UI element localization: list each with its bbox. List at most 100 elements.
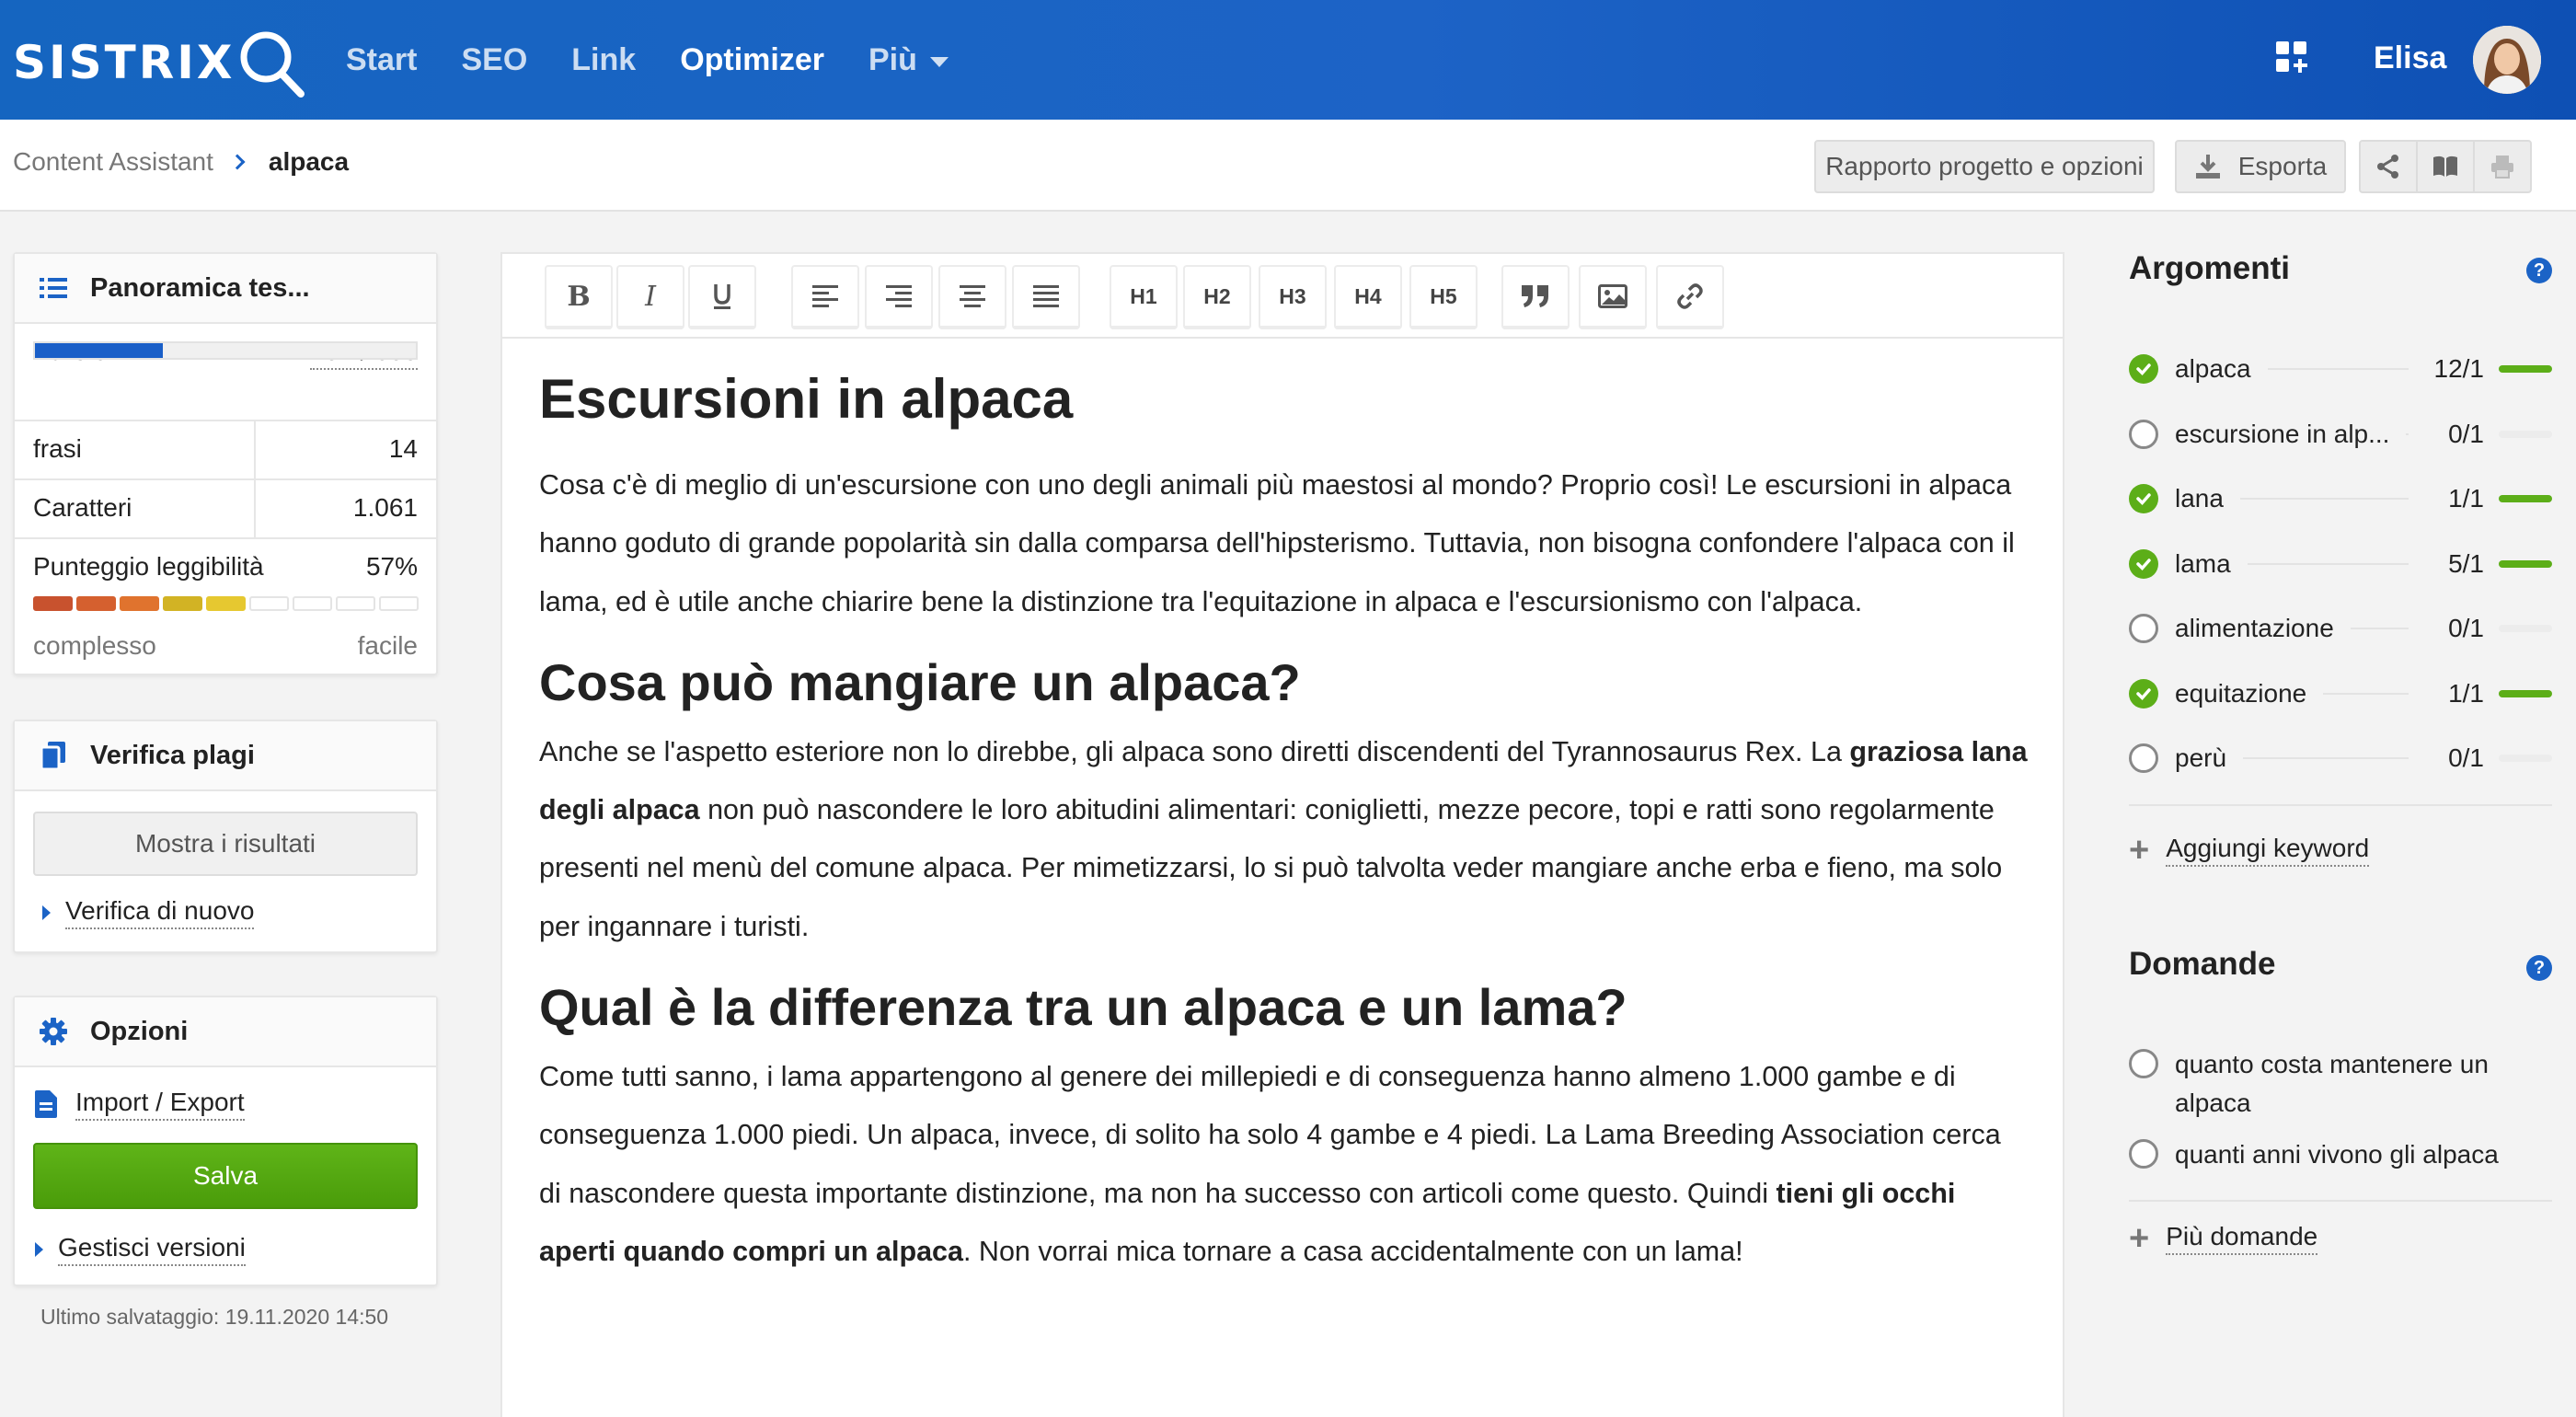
divider [15, 420, 436, 421]
export-button[interactable]: Esporta [2175, 140, 2346, 193]
plus-icon: + [2129, 831, 2150, 870]
align-center-button[interactable] [938, 265, 1006, 329]
word-count-progress [33, 341, 418, 360]
dotted-leader [2239, 498, 2409, 500]
main-nav: Start SEO Link Optimizer Più [346, 37, 993, 83]
nav-optimizer[interactable]: Optimizer [680, 37, 824, 83]
topic-label: equitazione [2175, 678, 2307, 708]
bold-button[interactable]: B [545, 265, 613, 329]
project-report-button[interactable]: Rapporto progetto e opzioni [1814, 140, 2155, 193]
dotted-leader [2243, 757, 2409, 759]
topic-item[interactable]: lana 1/1 [2129, 476, 2552, 522]
dotted-leader [2247, 562, 2409, 565]
gear-icon [37, 1018, 70, 1045]
align-justify-button[interactable] [1012, 265, 1080, 329]
document-title: Escursioni in alpaca [539, 368, 1074, 430]
sistrix-logo[interactable]: SISTRIX [13, 26, 308, 99]
insert-image-button[interactable] [1579, 265, 1647, 329]
align-right-icon [886, 285, 912, 307]
align-center-icon [960, 285, 985, 307]
nav-link[interactable]: Link [571, 37, 636, 83]
add-keyword-button[interactable]: + Aggiungi keyword [2129, 831, 2370, 870]
magnifier-logo-icon [240, 31, 305, 98]
heading-5-button[interactable]: H5 [1409, 265, 1478, 329]
word-count-progress-fill [35, 343, 163, 358]
copy-document-icon [37, 742, 70, 769]
document-body[interactable]: Escursioni in alpaca Cosa c'è di meglio … [539, 363, 2030, 1281]
plagiarism-header[interactable]: Verifica plagi [15, 721, 436, 791]
quote-icon [1522, 285, 1548, 307]
question-item[interactable]: quanti anni vivono gli alpaca [2129, 1135, 2552, 1174]
user-avatar[interactable] [2473, 26, 2541, 94]
svg-text:I: I [644, 283, 657, 309]
dotted-leader [2350, 628, 2409, 629]
paragraph: Cosa c'è di meglio di un'escursione con … [539, 469, 2015, 617]
plus-icon: + [2129, 1219, 2150, 1258]
options-header[interactable]: Opzioni [15, 997, 436, 1067]
topic-item[interactable]: lama 5/1 [2129, 541, 2552, 587]
project-report-label: Rapporto progetto e opzioni [1825, 152, 2144, 180]
question-text: quanto costa mantenere un alpaca [2175, 1050, 2489, 1117]
more-questions-button[interactable]: + Più domande [2129, 1219, 2318, 1258]
question-item[interactable]: quanto costa mantenere un alpaca [2129, 1045, 2552, 1123]
import-export-link[interactable]: Import / Export [35, 1088, 245, 1121]
topic-progress-bar [2499, 365, 2552, 373]
underline-button[interactable] [688, 265, 756, 329]
editor-toolbar: B I H1 H2 H3 H4 H5 [502, 254, 2063, 339]
text-overview-header[interactable]: Panoramica tes... [15, 254, 436, 324]
chevron-right-icon [229, 154, 246, 170]
list-icon [37, 276, 70, 300]
save-button[interactable]: Salva [33, 1143, 418, 1209]
topic-item[interactable]: alimentazione 0/1 [2129, 605, 2552, 651]
topic-progress-bar [2499, 755, 2552, 762]
topic-item[interactable]: equitazione 1/1 [2129, 671, 2552, 717]
show-results-label: Mostra i risultati [134, 829, 316, 858]
apps-grid-icon[interactable] [2276, 41, 2307, 73]
topic-count: 5/1 [2448, 548, 2484, 578]
italic-icon: I [644, 283, 657, 309]
topics-help-icon[interactable]: ? [2526, 258, 2552, 283]
align-left-button[interactable] [791, 265, 859, 329]
manage-versions-link[interactable]: Gestisci versioni [35, 1233, 246, 1266]
user-name[interactable]: Elisa [2374, 35, 2446, 81]
topic-count: 0/1 [2448, 419, 2484, 448]
manual-button[interactable] [2416, 140, 2475, 193]
readability-segment [163, 596, 202, 611]
readability-segment [206, 596, 246, 611]
align-right-button[interactable] [865, 265, 933, 329]
topic-item[interactable]: alpaca 12/1 [2129, 346, 2552, 392]
options-panel: Opzioni Import / Export Salva Gestisci v… [13, 996, 438, 1286]
unchecked-circle-icon [2129, 743, 2158, 773]
questions-help-icon[interactable]: ? [2526, 955, 2552, 981]
dotted-leader [2267, 368, 2409, 370]
check-again-label: Verifica di nuovo [65, 896, 255, 929]
nav-seo[interactable]: SEO [461, 37, 527, 83]
heading-1-button[interactable]: H1 [1110, 265, 1178, 329]
share-button[interactable] [2359, 140, 2418, 193]
check-again-link[interactable]: Verifica di nuovo [42, 896, 255, 929]
divider [2129, 1200, 2552, 1202]
heading-4-button[interactable]: H4 [1334, 265, 1402, 329]
breadcrumb-parent[interactable]: Content Assistant [13, 147, 213, 177]
topic-progress-bar [2499, 495, 2552, 502]
image-icon [1598, 284, 1627, 308]
topic-progress-bar [2499, 625, 2552, 632]
nav-start[interactable]: Start [346, 37, 417, 83]
dotted-leader [2406, 432, 2409, 435]
heading-3-button[interactable]: H3 [1259, 265, 1327, 329]
italic-button[interactable]: I [616, 265, 684, 329]
show-results-button[interactable]: Mostra i risultati [33, 812, 418, 876]
insert-link-button[interactable] [1656, 265, 1724, 329]
caret-right-icon [42, 905, 51, 920]
topic-item[interactable]: escursione in alp... 0/1 [2129, 411, 2552, 457]
quote-button[interactable] [1501, 265, 1570, 329]
topic-item[interactable]: perù 0/1 [2129, 735, 2552, 781]
text-overview-panel: Panoramica tes... Parole 201 / 600 frasi… [13, 252, 438, 675]
print-button[interactable] [2473, 140, 2532, 193]
check-circle-icon [2129, 678, 2158, 708]
breadcrumb-current: alpaca [268, 147, 350, 176]
bold-icon: B [568, 283, 590, 309]
heading-2-button[interactable]: H2 [1183, 265, 1251, 329]
nav-more-menu[interactable]: Più [868, 37, 949, 83]
readability-segment [293, 596, 332, 611]
